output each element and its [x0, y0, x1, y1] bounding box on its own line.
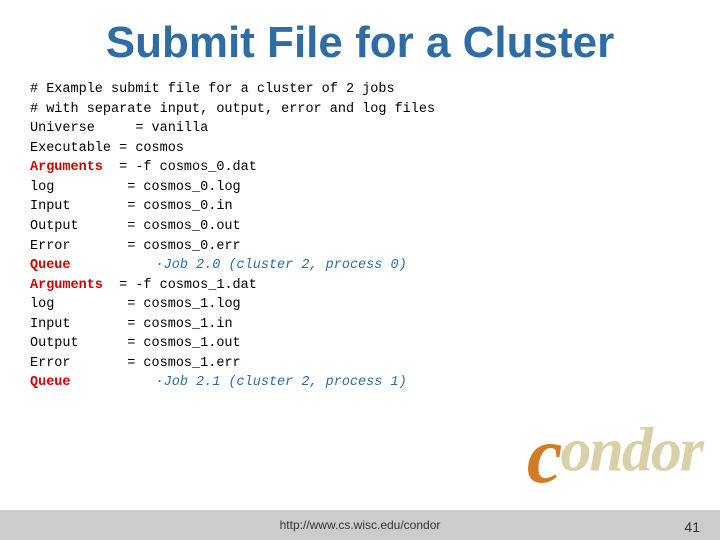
queue-value-1: ·Job 2.0 (cluster 2, process 0) — [75, 256, 407, 276]
output-line-2: Output = cosmos_1.out — [30, 334, 690, 354]
log-key-1: log — [30, 178, 54, 198]
condor-logo: condor — [527, 411, 702, 502]
error-line-2: Error = cosmos_1.err — [30, 354, 690, 374]
log-line-2: log = cosmos_1.log — [30, 295, 690, 315]
log-key-2: log — [30, 295, 54, 315]
slide-title: Submit File for a Cluster — [30, 18, 690, 68]
arguments-line-2: Arguments = -f cosmos_1.dat — [30, 276, 690, 296]
code-block: # Example submit file for a cluster of 2… — [30, 80, 690, 393]
condor-c: c — [527, 412, 561, 500]
universe-line: Universe = vanilla — [30, 119, 690, 139]
footer-url: http://www.cs.wisc.edu/condor — [280, 518, 441, 532]
executable-line: Executable = cosmos — [30, 139, 690, 159]
queue-value-2: ·Job 2.1 (cluster 2, process 1) — [75, 373, 407, 393]
arguments-line-1: Arguments = -f cosmos_0.dat — [30, 158, 690, 178]
arguments-key-2: Arguments — [30, 276, 103, 296]
slide: Submit File for a Cluster # Example subm… — [0, 0, 720, 540]
comment-line-2: # with separate input, output, error and… — [30, 100, 690, 120]
queue-key-1: Queue — [30, 256, 71, 276]
queue-line-1: Queue ·Job 2.0 (cluster 2, process 0) — [30, 256, 690, 276]
input-line-2: Input = cosmos_1.in — [30, 315, 690, 335]
universe-key: Universe — [30, 119, 95, 139]
log-line-1: log = cosmos_0.log — [30, 178, 690, 198]
comment-line-1: # Example submit file for a cluster of 2… — [30, 80, 690, 100]
error-key-1: Error — [30, 237, 71, 257]
output-key-2: Output — [30, 334, 79, 354]
queue-line-2: Queue ·Job 2.1 (cluster 2, process 1) — [30, 373, 690, 393]
input-key-2: Input — [30, 315, 71, 335]
page-number: 41 — [684, 519, 700, 535]
executable-key: Executable — [30, 139, 111, 159]
output-key-1: Output — [30, 217, 79, 237]
error-key-2: Error — [30, 354, 71, 374]
input-key-1: Input — [30, 197, 71, 217]
footer-bar: http://www.cs.wisc.edu/condor — [0, 510, 720, 540]
output-line-1: Output = cosmos_0.out — [30, 217, 690, 237]
arguments-key-1: Arguments — [30, 158, 103, 178]
input-line-1: Input = cosmos_0.in — [30, 197, 690, 217]
error-line-1: Error = cosmos_0.err — [30, 237, 690, 257]
queue-key-2: Queue — [30, 373, 71, 393]
